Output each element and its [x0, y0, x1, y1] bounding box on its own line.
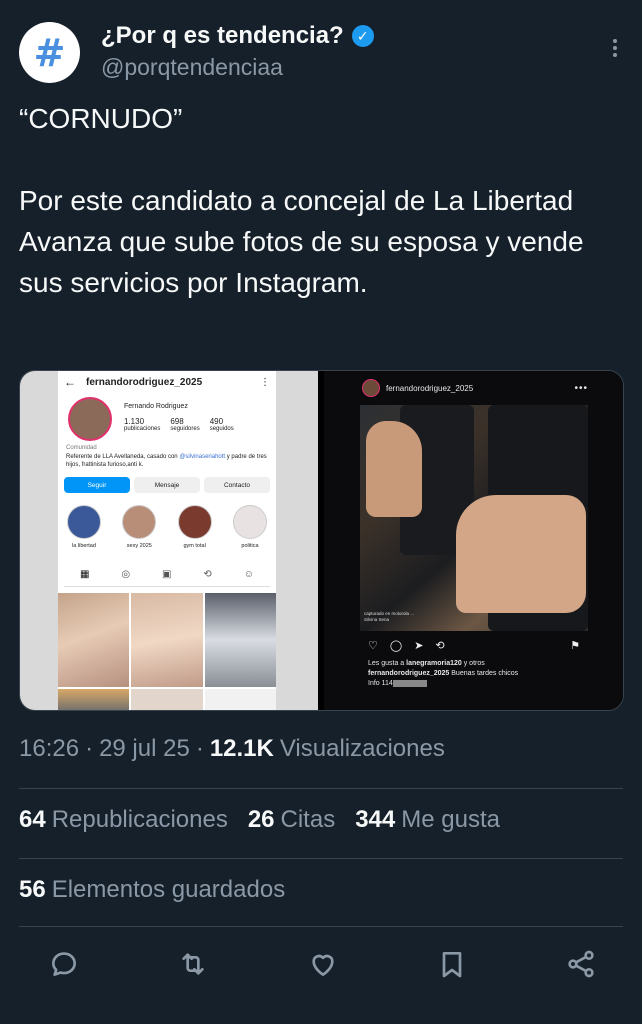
share-button[interactable] — [557, 940, 605, 988]
ig-stat-followers: 698 seguidores — [170, 417, 200, 432]
instagram-profile-screenshot: ← fernandorodriguez_2025 ⋮ Fernando Rodr… — [58, 371, 276, 710]
quotes-stat[interactable]: 26 Citas — [248, 806, 335, 834]
ig-grid-photo — [131, 689, 203, 710]
ig-repost-icon: ⟲ — [435, 640, 445, 652]
media-gallery[interactable]: ← fernandorodriguez_2025 ⋮ Fernando Rodr… — [19, 370, 624, 711]
reply-button[interactable] — [40, 940, 88, 988]
bookmark-button[interactable] — [428, 940, 476, 988]
ig-category: Comunidad — [66, 445, 97, 451]
bookmarks-stat[interactable]: 56 Elementos guardados — [19, 876, 285, 904]
tweet-stats: 64 Republicaciones 26 Citas 344 Me gusta — [19, 806, 500, 834]
views-count: 12.1K — [209, 735, 274, 762]
ig-post-actions: ♡ ◯ ➤ ⟲ ⚑ — [368, 639, 580, 652]
media-image-post[interactable]: fernandorodriguez_2025 ••• capturado en … — [324, 371, 623, 710]
ig-highlight: politica — [230, 505, 270, 549]
likes-stat[interactable]: 344 Me gusta — [355, 806, 500, 834]
hashtag-icon: # — [33, 30, 66, 75]
verified-badge-icon: ✓ — [351, 25, 374, 47]
ig-post-more-icon: ••• — [574, 382, 588, 394]
divider — [19, 926, 623, 927]
repost-button[interactable] — [169, 940, 217, 988]
tweet-line-1: “CORNUDO” — [19, 103, 183, 134]
ig-highlight: la libertad — [64, 505, 104, 549]
display-name[interactable]: ¿Por q es tendencia? — [101, 22, 344, 50]
more-options-icon[interactable] — [609, 36, 621, 60]
ig-highlight: gym total — [175, 505, 215, 549]
share-icon — [568, 950, 594, 978]
ig-grid-photo — [131, 593, 203, 687]
bookmark-icon — [442, 952, 462, 978]
back-arrow-icon: ← — [64, 375, 76, 389]
heart-icon — [311, 954, 334, 976]
tweet-header: # ¿Por q es tendencia? ✓ @porqtendenciaa — [19, 18, 623, 88]
ig-grid-photo — [204, 593, 276, 687]
ig-bio: Referente de LLA Avellaneda, casado con … — [66, 454, 267, 468]
tweet-line-2: Por este candidato a concejal de La Libe… — [19, 185, 584, 298]
ig-grid-photo — [58, 593, 130, 687]
like-button[interactable] — [299, 940, 347, 988]
reposts-stat[interactable]: 64 Republicaciones — [19, 806, 228, 834]
ig-buttons: Seguir Mensaje Contacto — [64, 477, 270, 493]
author-name-row: ¿Por q es tendencia? ✓ — [101, 22, 374, 50]
ig-post-likes: Les gusta a lanegramoria120 y otros fern… — [368, 660, 519, 687]
ig-message-button: Mensaje — [134, 477, 200, 493]
avatar[interactable]: # — [19, 22, 80, 83]
repost-icon — [182, 953, 204, 975]
reels-icon: ◎ — [121, 569, 131, 580]
tweet-meta: 16:26 · 29 jul 25 · 12.1K Visualizacione… — [19, 735, 445, 763]
ig-highlights: la libertad sexy 2025 gym total politica — [64, 505, 270, 549]
media-image-profile[interactable]: ← fernandorodriguez_2025 ⋮ Fernando Rodr… — [20, 371, 318, 710]
ig-profile-picture — [68, 397, 112, 441]
tweet-time[interactable]: 16:26 — [19, 735, 79, 763]
reply-icon — [52, 952, 76, 976]
tagged-icon: ☺ — [243, 569, 254, 580]
ig-post-header: fernandorodriguez_2025 ••• — [362, 379, 588, 397]
ig-more-icon: ⋮ — [260, 376, 270, 388]
views-label: Visualizaciones — [279, 735, 445, 762]
ig-grid-photo — [58, 689, 130, 710]
tweet-date[interactable]: 29 jul 25 — [99, 735, 190, 763]
ig-grid-photo — [204, 689, 276, 710]
ig-photo-watermark: capturado en motorola ... Silvina Sena — [364, 611, 415, 622]
ig-post-avatar — [362, 379, 380, 397]
ig-heart-icon: ♡ — [368, 640, 378, 652]
ig-post-username: fernandorodriguez_2025 — [386, 383, 474, 393]
ig-photo-grid — [58, 593, 276, 710]
divider — [19, 858, 623, 859]
repost-tab-icon: ⟲ — [203, 569, 212, 580]
author-handle[interactable]: @porqtendenciaa — [101, 54, 283, 81]
ig-tabs: ▦ ◎ ▣ ⟲ ☺ — [64, 569, 270, 587]
ig-send-icon: ➤ — [414, 640, 424, 652]
grid-icon: ▦ — [79, 569, 90, 580]
ig-highlight: sexy 2025 — [119, 505, 159, 549]
ig-profile-topbar: ← fernandorodriguez_2025 ⋮ — [64, 375, 270, 389]
video-icon: ▣ — [162, 569, 172, 580]
ig-stats: 1.130 publicaciones 698 seguidores 490 segu… — [124, 417, 234, 432]
ig-post-photo — [360, 405, 588, 631]
tweet-actions — [40, 940, 605, 988]
tweet-text: “CORNUDO” Por este candidato a concejal … — [19, 98, 619, 303]
divider — [19, 788, 623, 789]
ig-contact-button: Contacto — [204, 477, 270, 493]
ig-stat-following: 490 seguidos — [209, 417, 234, 432]
ig-full-name: Fernando Rodriguez — [124, 403, 188, 410]
ig-follow-button: Seguir — [64, 477, 130, 493]
ig-comment-icon: ◯ — [389, 640, 403, 652]
ig-username: fernandorodriguez_2025 — [86, 376, 203, 388]
ig-save-icon: ⚑ — [570, 640, 580, 652]
ig-stat-posts: 1.130 publicaciones — [124, 417, 161, 432]
